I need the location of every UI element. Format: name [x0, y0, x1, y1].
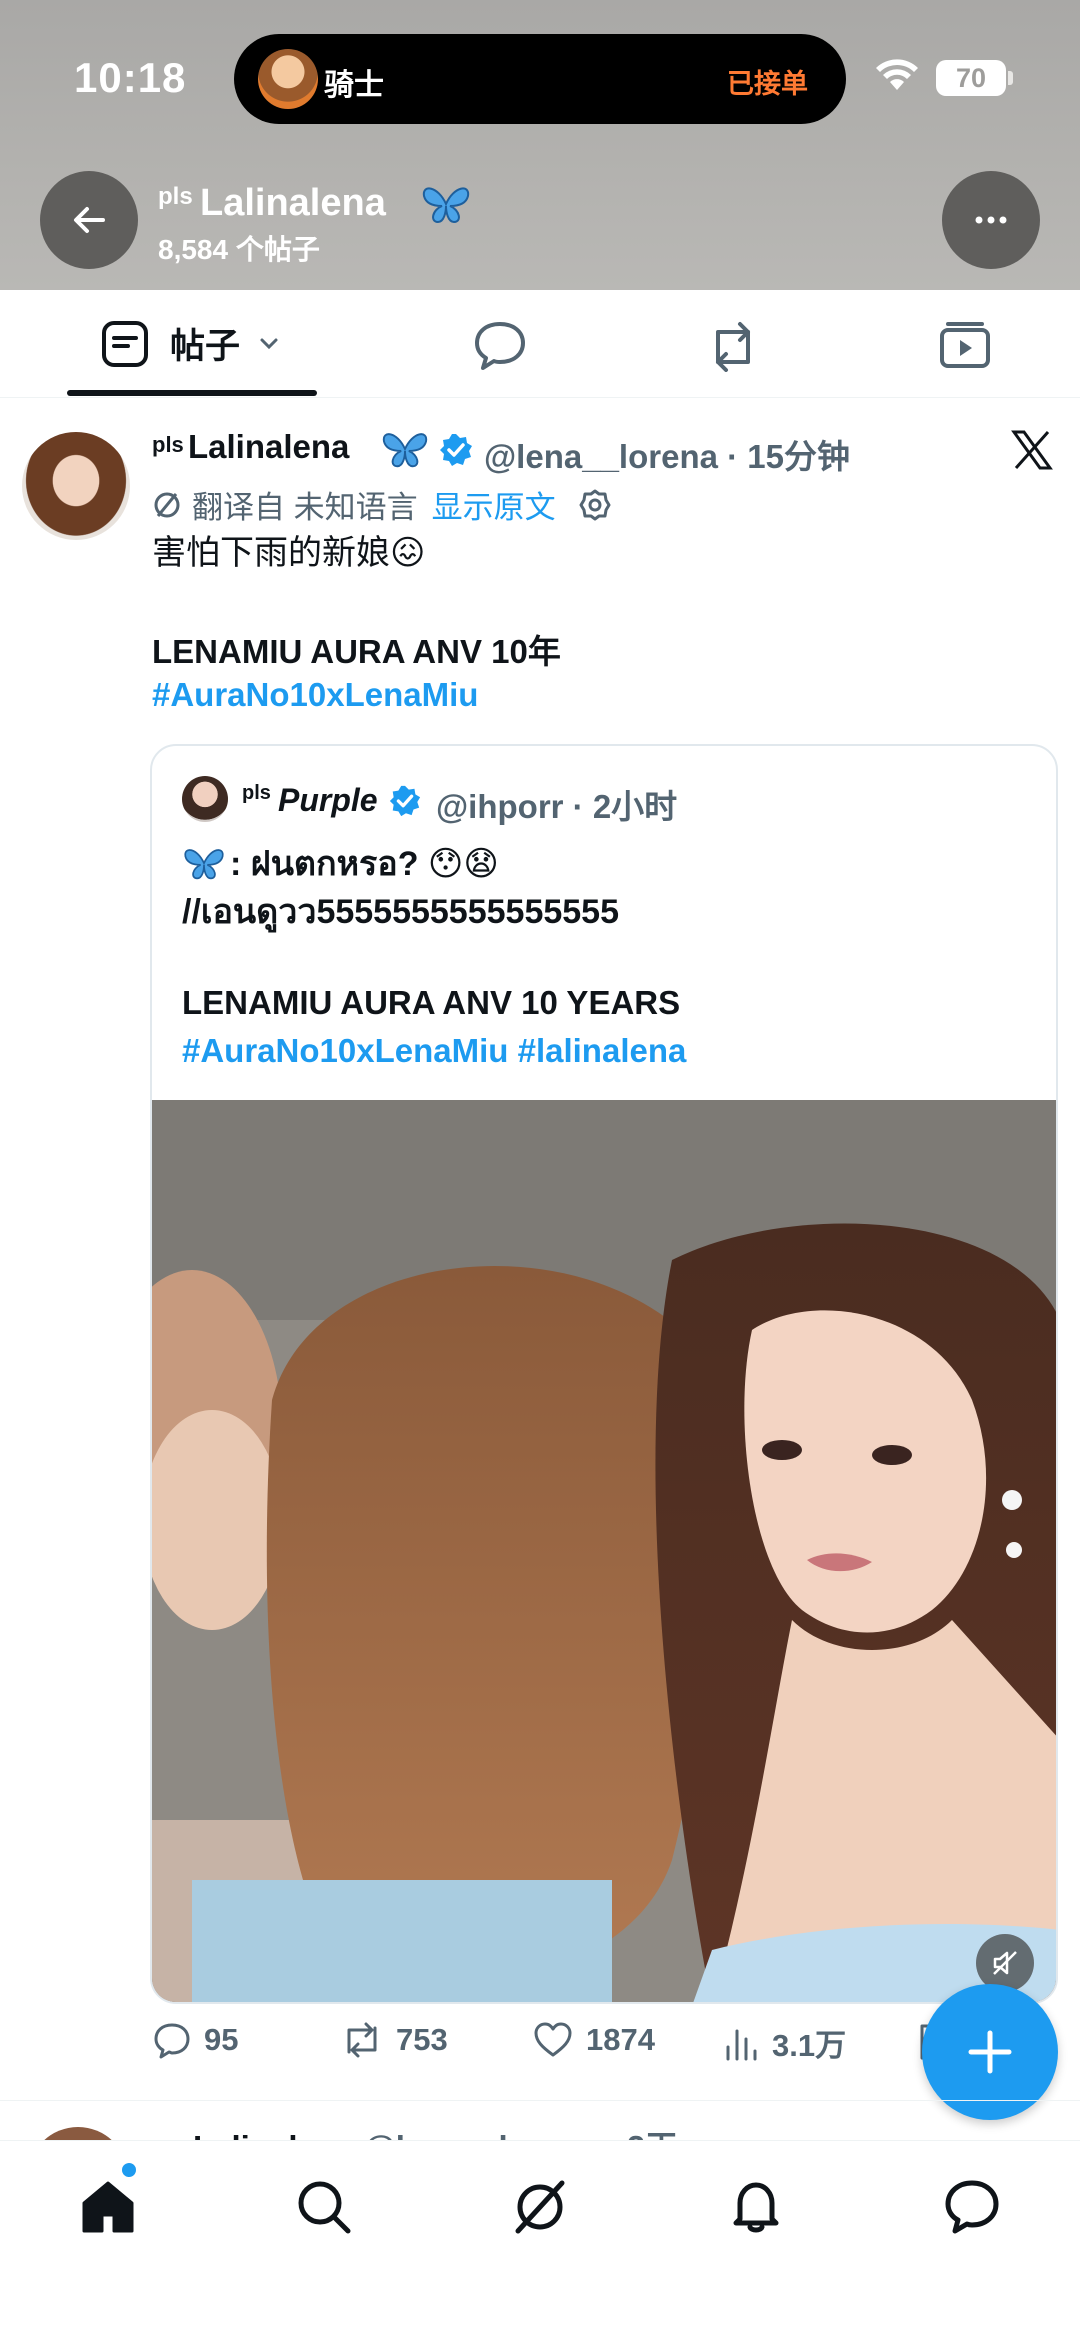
butterfly-icon	[184, 849, 224, 880]
island-status: 已接单	[727, 69, 808, 99]
like-count: 1874	[586, 2022, 655, 2057]
quote-author-prefix: pls	[242, 782, 271, 804]
grok-translate-icon	[154, 492, 180, 517]
quote-text-line1: : ฝนตกหรอ? 😯😧	[182, 840, 499, 888]
post-count: 8,584 个帖子	[158, 234, 320, 265]
butterfly-icon	[422, 187, 470, 224]
more-options-button[interactable]	[942, 171, 1040, 269]
heart-icon	[534, 2022, 572, 2057]
like-button[interactable]: 1874	[532, 2020, 655, 2060]
tweet-text-line2: LENAMIU AURA ANV 10年	[152, 633, 561, 670]
quote-text-line2: //เอนดูวว5555555555555555	[182, 893, 619, 931]
tab-replies[interactable]	[472, 318, 528, 372]
settings-gear-icon[interactable]	[578, 488, 612, 522]
quote-handle-time: @ihporr · 2小时	[436, 788, 678, 825]
posts-icon	[102, 320, 148, 367]
plus-icon	[968, 2030, 1012, 2074]
next-tweet-handle-time: @lena__lorena · 2天	[364, 2129, 679, 2140]
next-tweet-author: Lalinalena	[193, 2129, 354, 2140]
quote-hashtags[interactable]: #AuraNo10xLenaMiu #lalinalena	[182, 1032, 686, 1070]
tweet-text: 害怕下雨的新娘😖	[152, 534, 426, 572]
arrow-left-icon	[74, 207, 105, 233]
wifi-icon	[876, 59, 918, 90]
author-handle-time: @lena__lorena · 15分钟	[484, 438, 850, 475]
show-original-link[interactable]: 显示原文	[432, 482, 556, 527]
notifications-icon[interactable]	[726, 2177, 786, 2237]
next-tweet-header: pls Lalinalena @lena__lorena · 2天	[152, 2121, 678, 2140]
x-logo-icon	[1011, 430, 1053, 470]
repost-count: 753	[396, 2022, 448, 2057]
battery-tip	[1008, 71, 1013, 85]
home-icon[interactable]	[78, 2177, 138, 2237]
tweet-hashtag[interactable]: #AuraNo10xLenaMiu	[152, 676, 478, 714]
quoted-tweet[interactable]: pls Purple @ihporr · 2小时 : ฝนตกหรอ? 😯😧 /…	[150, 744, 1058, 2004]
quote-text-line1-text: : ฝนตกหรอ? 😯😧	[230, 845, 499, 883]
next-tweet-avatar	[28, 2127, 128, 2140]
quote-author-avatar	[182, 776, 228, 822]
quote-text-line3: LENAMIU AURA ANV 10 YEARS	[182, 984, 681, 1021]
grok-icon[interactable]	[510, 2177, 570, 2237]
active-tab-indicator	[67, 390, 317, 396]
status-time: 10:18	[74, 54, 187, 101]
bottom-navigation	[0, 2140, 1080, 2346]
butterfly-icon	[382, 433, 428, 468]
more-icon	[975, 216, 1007, 224]
messages-icon[interactable]	[942, 2177, 1002, 2237]
home-notification-dot	[122, 2163, 136, 2177]
rider-avatar	[258, 49, 318, 109]
tab-posts-label: 帖子	[170, 327, 241, 366]
island-name: 骑士	[324, 69, 384, 102]
tab-media[interactable]	[938, 318, 992, 372]
tab-reposts[interactable]	[704, 318, 762, 372]
reply-button[interactable]: 95	[152, 2020, 238, 2060]
tab-posts[interactable]: 帖子	[100, 318, 284, 369]
quote-video[interactable]	[152, 1100, 1056, 2002]
views-button[interactable]: 3.1万	[724, 2020, 846, 2065]
author-avatar[interactable]	[22, 432, 130, 540]
profile-header: 10:18 骑士 已接单 70 pls Lalinalena 8,584 个帖子	[0, 0, 1080, 290]
battery-indicator: 70	[936, 60, 1006, 96]
next-tweet[interactable]: pls Lalinalena @lena__lorena · 2天	[0, 2100, 1080, 2140]
dynamic-island[interactable]: 骑士 已接单	[234, 34, 846, 124]
speaker-muted-icon	[993, 1951, 1017, 1975]
views-count: 3.1万	[772, 2028, 847, 2063]
repost-button[interactable]: 753	[340, 2020, 448, 2060]
reply-count: 95	[204, 2022, 239, 2057]
tweet[interactable]: pls Lalinalena @lena__lorena · 15分钟 翻译自 …	[0, 400, 1080, 2100]
back-button[interactable]	[40, 171, 138, 269]
views-chart-icon	[726, 2029, 757, 2060]
chevron-down-icon	[260, 338, 278, 349]
translated-from-label: 翻译自 未知语言	[192, 490, 418, 525]
translation-row: 翻译自 未知语言 显示原文	[152, 482, 612, 527]
author-prefix: pls	[152, 432, 184, 457]
profile-name: Lalinalena	[200, 182, 386, 224]
verified-badge-icon	[389, 785, 421, 817]
author-name[interactable]: Lalinalena	[188, 428, 349, 466]
profile-tabs: 帖子	[0, 290, 1080, 398]
search-icon[interactable]	[294, 2177, 354, 2237]
reply-icon	[154, 2023, 190, 2059]
video-thumbnail	[152, 1100, 1056, 2002]
repost-icon	[347, 2022, 377, 2058]
tweet-actions: 95 753 1874 3.1万	[152, 2020, 1032, 2070]
verified-badge-icon	[440, 434, 472, 466]
quote-author-name: Purple	[278, 782, 378, 818]
profile-prefix: pls	[158, 183, 193, 210]
